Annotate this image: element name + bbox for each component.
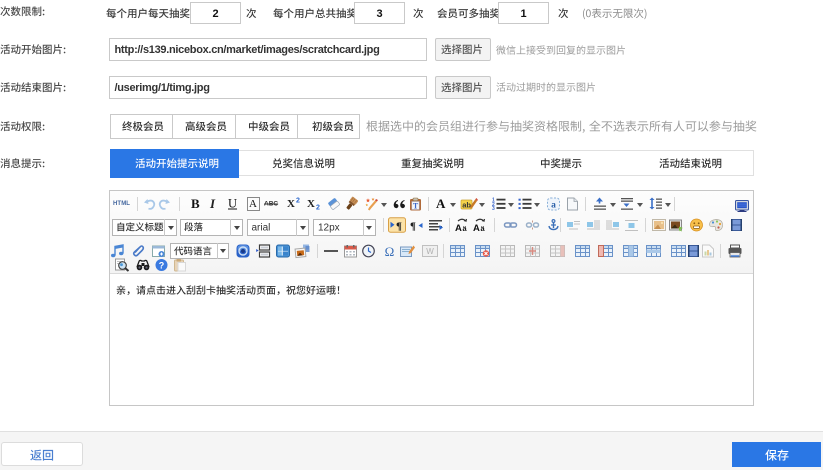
svg-text:a: a bbox=[551, 201, 556, 211]
svg-text:A: A bbox=[455, 223, 462, 234]
svg-text:T: T bbox=[413, 201, 419, 210]
svg-text:¶: ¶ bbox=[410, 221, 416, 233]
svg-text:W: W bbox=[426, 247, 434, 256]
svg-text:ab: ab bbox=[462, 201, 471, 210]
svg-text:3: 3 bbox=[492, 206, 495, 212]
svg-text:?: ? bbox=[158, 260, 164, 270]
svg-text:A: A bbox=[473, 223, 480, 234]
svg-text:¶: ¶ bbox=[396, 220, 402, 232]
svg-text:Ω: Ω bbox=[385, 244, 395, 259]
